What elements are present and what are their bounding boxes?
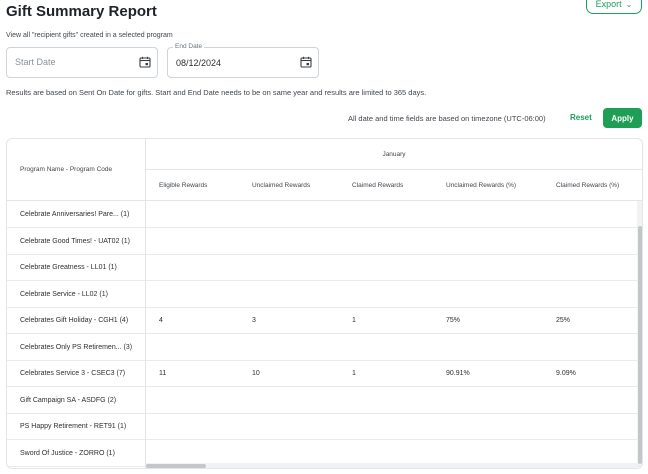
program-name-cell: Celebrate Greatness - LL01 (1) [20, 264, 117, 271]
program-name-cell: Celebrates Only PS Retiremen... (3) [20, 343, 133, 351]
start-date-field[interactable]: Start Date [6, 47, 158, 78]
program-name-cell: Celebrate Good Times! - UAT02 (1) [20, 237, 130, 245]
value-cell: 4 [159, 317, 163, 324]
column-headers: Eligible Rewards Unclaimed Rewards Claim… [146, 170, 642, 201]
start-date-placeholder: Start Date [15, 57, 56, 67]
table-row: Celebrate Anniversaries! Pare... (1) [7, 201, 642, 228]
page-subtitle: View all "recipient gifts" created in a … [6, 32, 173, 39]
column-header: Claimed Rewards [352, 182, 404, 189]
program-name-cell: Celebrate Service - LL02 (1) [20, 290, 108, 298]
calendar-icon[interactable] [139, 56, 151, 68]
program-name-cell: PS Happy Retirement - RET91 (1) [20, 423, 127, 430]
column-header: Unclaimed Rewards (%) [446, 182, 517, 189]
program-name-cell: Celebrates Service 3 - CSEC3 (7) [20, 370, 126, 377]
gift-summary-table: Program Name - Program Code January Elig… [6, 138, 643, 469]
program-name-cell: Gift Campaign SA - ASDFG (2) [20, 396, 117, 404]
calendar-icon[interactable] [300, 56, 312, 68]
horizontal-scrollbar[interactable] [146, 463, 637, 468]
vertical-scrollbar[interactable] [637, 201, 642, 466]
value-cell: 25% [556, 317, 571, 324]
value-cell: 9.09% [556, 370, 576, 377]
program-name-cell: Sword Of Justice - ZORRO (1) [20, 449, 115, 457]
table-row: Celebrate Good Times! - UAT02 (1) [7, 228, 642, 255]
value-cell: 1 [352, 370, 356, 377]
program-name-cell: Celebrate Anniversaries! Pare... (1) [20, 211, 130, 218]
horizontal-scroll-thumb[interactable] [146, 464, 206, 468]
table-row: Celebrates Gift Holiday - CGH1 (4) 4 3 1 75%… [7, 307, 642, 334]
results-info-text: Results are based on Sent On Date for gi… [6, 88, 427, 97]
table-row: Celebrates Only PS Retiremen... (3) [7, 334, 642, 361]
value-cell: 10 [252, 370, 260, 377]
value-cell: 3 [252, 317, 256, 324]
table-row: Celebrates Service 3 - CSEC3 (7) 11 10 1 90.… [7, 360, 642, 387]
column-header: Claimed Rewards (%) [556, 182, 620, 189]
column-header: Unclaimed Rewards [252, 182, 311, 189]
export-label: Export [595, 0, 622, 9]
program-column-header: Program Name - Program Code [7, 139, 146, 201]
timezone-note: All date and time fields are based on ti… [348, 114, 546, 123]
chevron-down-icon: ⌄ [625, 0, 633, 9]
apply-button[interactable]: Apply [603, 108, 642, 128]
column-header: Eligible Rewards [159, 182, 208, 189]
page-title: Gift Summary Report [6, 3, 157, 20]
table-row: PS Happy Retirement - RET91 (1) [7, 413, 642, 440]
end-date-label: End Date [173, 43, 205, 50]
program-name-cell: Celebrates Gift Holiday - CGH1 (4) [20, 317, 129, 324]
value-cell: 90.91% [446, 370, 470, 377]
month-header: January [146, 139, 642, 170]
table-row: Celebrate Service - LL02 (1) [7, 281, 642, 308]
reset-button[interactable]: Reset [570, 113, 592, 122]
table-row: Celebrate Greatness - LL01 (1) [7, 254, 642, 281]
value-cell: 75% [446, 317, 461, 324]
table-row: Gift Campaign SA - ASDFG (2) [7, 387, 642, 414]
value-cell: 1 [352, 317, 356, 324]
vertical-scroll-thumb[interactable] [638, 226, 642, 464]
export-button[interactable]: Export ⌄ [586, 0, 642, 14]
end-date-value: 08/12/2024 [176, 58, 222, 68]
value-cell: 11 [159, 370, 167, 377]
end-date-field[interactable]: End Date 08/12/2024 [167, 43, 319, 78]
